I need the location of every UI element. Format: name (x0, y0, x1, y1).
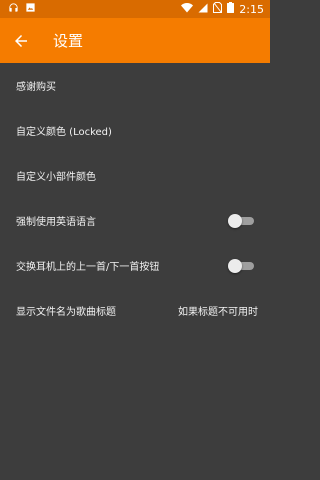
setting-label: 交换耳机上的上一首/下一首按钮 (16, 262, 160, 273)
app-bar: 设置 (0, 18, 270, 63)
headphones-icon (8, 2, 19, 16)
wifi-icon (181, 2, 194, 16)
toggle-thumb (228, 213, 242, 228)
setting-filename-as-title[interactable]: 显示文件名为歌曲标题 如果标题不可用时 (0, 288, 270, 333)
back-button[interactable] (10, 30, 32, 52)
setting-value: 如果标题不可用时 (178, 307, 258, 318)
no-sim-icon (213, 2, 223, 16)
status-bar: 2:15 (0, 0, 270, 18)
status-left-icons (8, 2, 36, 16)
setting-label: 强制使用英语语言 (16, 217, 96, 228)
image-icon (25, 2, 36, 16)
signal-icon (198, 3, 208, 16)
battery-icon (227, 2, 235, 16)
settings-list: 感谢购买 自定义颜色 (Locked) 自定义小部件颜色 强制使用英语语言 交换… (0, 63, 270, 333)
setting-force-english[interactable]: 强制使用英语语言 (0, 198, 270, 243)
status-right-icons: 2:15 (181, 2, 264, 16)
force-english-toggle[interactable] (228, 213, 254, 228)
status-time: 2:15 (239, 2, 264, 16)
setting-thanks-for-purchase[interactable]: 感谢购买 (0, 63, 270, 108)
setting-label: 感谢购买 (16, 82, 56, 93)
page-title: 设置 (53, 32, 84, 50)
setting-label: 显示文件名为歌曲标题 (16, 307, 116, 318)
toggle-thumb (228, 258, 242, 273)
setting-swap-headset-buttons[interactable]: 交换耳机上的上一首/下一首按钮 (0, 243, 270, 288)
setting-label: 自定义颜色 (Locked) (16, 127, 112, 138)
setting-label: 自定义小部件颜色 (16, 172, 96, 183)
arrow-back-icon (15, 34, 27, 47)
setting-custom-colors[interactable]: 自定义颜色 (Locked) (0, 108, 270, 153)
setting-custom-widget-colors[interactable]: 自定义小部件颜色 (0, 153, 270, 198)
swap-headset-buttons-toggle[interactable] (228, 258, 254, 273)
